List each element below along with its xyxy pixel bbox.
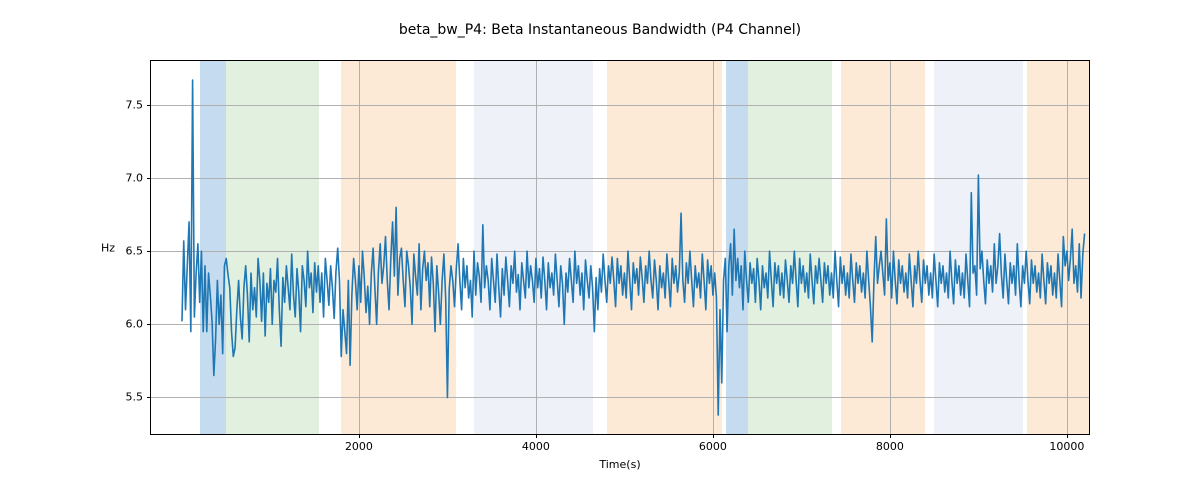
tick-mark (359, 434, 360, 438)
x-tick-label: 8000 (876, 440, 904, 453)
axes: 200040006000800010000 5.56.06.57.07.5 Ti… (150, 60, 1090, 435)
x-tick-label: 6000 (699, 440, 727, 453)
series-line (182, 80, 1085, 415)
y-tick-label: 7.0 (126, 172, 144, 185)
tick-mark (536, 434, 537, 438)
tick-mark (147, 324, 151, 325)
y-tick-label: 6.5 (126, 245, 144, 258)
x-tick-label: 4000 (522, 440, 550, 453)
chart-title: beta_bw_P4: Beta Instantaneous Bandwidth… (0, 22, 1200, 38)
figure: beta_bw_P4: Beta Instantaneous Bandwidth… (0, 0, 1200, 500)
tick-mark (147, 105, 151, 106)
tick-mark (147, 251, 151, 252)
plot-area (151, 61, 1089, 434)
x-tick-label: 10000 (1049, 440, 1084, 453)
y-tick-label: 7.5 (126, 98, 144, 111)
tick-mark (147, 397, 151, 398)
y-axis-label: Hz (101, 241, 115, 254)
tick-mark (890, 434, 891, 438)
tick-mark (713, 434, 714, 438)
line-series (151, 61, 1089, 434)
x-tick-label: 2000 (345, 440, 373, 453)
tick-mark (1067, 434, 1068, 438)
y-tick-label: 5.5 (126, 391, 144, 404)
y-tick-label: 6.0 (126, 318, 144, 331)
x-axis-label: Time(s) (151, 458, 1089, 471)
tick-mark (147, 178, 151, 179)
